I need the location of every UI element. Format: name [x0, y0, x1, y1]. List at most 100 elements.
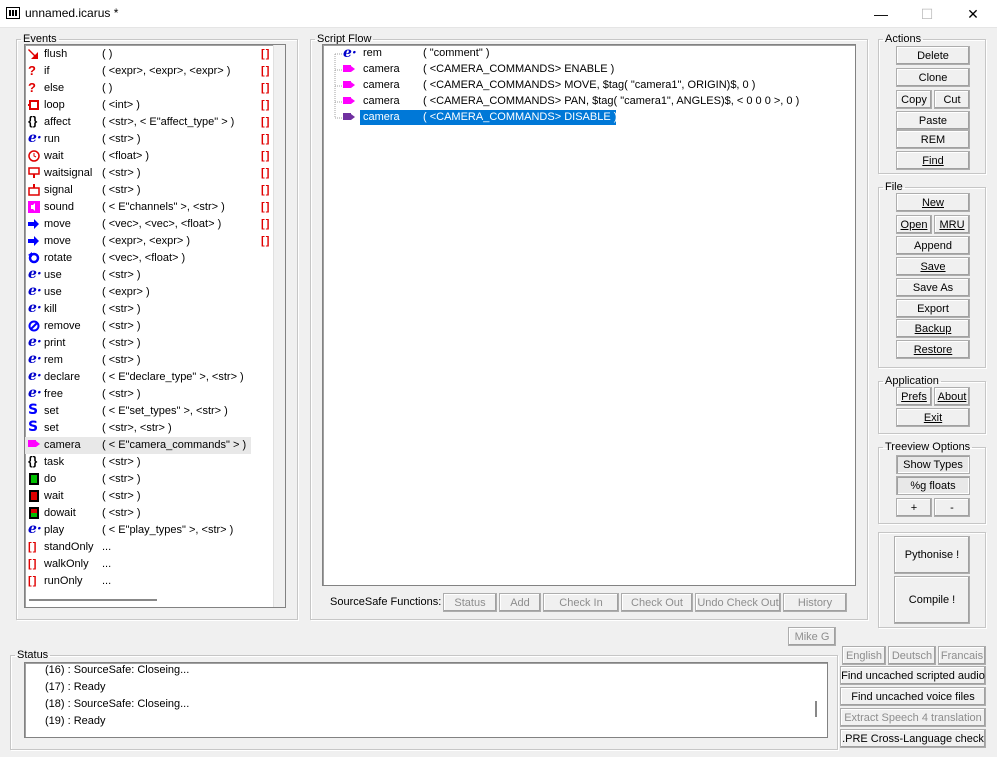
event-item-affect[interactable]: {} affect ( <str>, < E"affect_type" > )	[25, 114, 285, 131]
e-icon: e·	[28, 368, 42, 384]
event-item-dowait[interactable]: dowait ( <str> )	[25, 505, 285, 522]
script-node-rem[interactable]: e· rem ( "comment" )	[323, 46, 843, 62]
script-node-camera[interactable]: camera ( <CAMERA_COMMANDS> DISABLE )	[323, 110, 843, 126]
events-scrollbar-thumb[interactable]	[29, 599, 157, 601]
save-as-button[interactable]: Save As	[896, 278, 970, 297]
delete-button[interactable]: Delete	[896, 46, 970, 65]
export-button[interactable]: Export	[896, 299, 970, 318]
event-item-waitsignal[interactable]: waitsignal ( <str> )	[25, 165, 285, 182]
event-item-use[interactable]: e· use ( <expr> )	[25, 284, 285, 301]
event-item-do[interactable]: do ( <str> )	[25, 471, 285, 488]
event-signature: ( <expr>, <expr> )	[102, 235, 191, 247]
event-signature: ...	[102, 575, 112, 587]
event-item-kill[interactable]: e· kill ( <str> )	[25, 301, 285, 318]
rem-button[interactable]: REM	[896, 130, 970, 149]
deutsch-button[interactable]: Deutsch	[888, 646, 936, 665]
event-signature: ( <str> )	[102, 388, 141, 400]
event-item-runOnly[interactable]: [ ] runOnly...	[25, 573, 285, 590]
script-node-args: ( <CAMERA_COMMANDS> PAN, $tag( "camera1"…	[423, 95, 800, 107]
event-item-play[interactable]: e· play ( < E"play_types" >, <str> )	[25, 522, 285, 539]
brackets-icon: [ ]	[261, 116, 269, 128]
event-item-move[interactable]: move ( <vec>, <vec>, <float> )	[25, 216, 285, 233]
sourcesafe-undo-checkout-button[interactable]: Undo Check Out	[695, 593, 781, 612]
open-button[interactable]: Open	[896, 215, 932, 234]
pre-cross-language-button[interactable]: .PRE Cross-Language check	[840, 729, 986, 748]
event-item-signal[interactable]: signal ( <str> )	[25, 182, 285, 199]
show-types-toggle[interactable]: Show Types	[896, 455, 970, 474]
append-button[interactable]: Append	[896, 236, 970, 255]
sourcesafe-checkout-button[interactable]: Check Out	[621, 593, 693, 612]
event-item-free[interactable]: e· free ( <str> )	[25, 386, 285, 403]
app-icon	[6, 7, 20, 19]
find-uncached-audio-button[interactable]: Find uncached scripted audio	[840, 666, 986, 685]
sourcesafe-checkin-button[interactable]: Check In	[543, 593, 619, 612]
script-flow-tree[interactable]: e· rem ( "comment" ) camera ( <CAMERA_COMMAN…	[322, 44, 856, 586]
expand-plus-button[interactable]: +	[896, 498, 932, 517]
sourcesafe-history-button[interactable]: History	[783, 593, 847, 612]
event-item-else[interactable]: ? else ( )	[25, 80, 285, 97]
script-node-camera[interactable]: camera ( <CAMERA_COMMANDS> ENABLE )	[323, 62, 843, 78]
find-button[interactable]: Find	[896, 151, 970, 170]
blue-arrow-icon	[28, 236, 39, 246]
event-item-task[interactable]: {} task ( <str> )	[25, 454, 285, 471]
event-signature: ( <str> )	[102, 303, 141, 315]
event-item-if[interactable]: ? if ( <expr>, <expr>, <expr> )	[25, 63, 285, 80]
event-name: run	[44, 133, 60, 145]
status-log[interactable]: (16) : SourceSafe: Closeing... (17) : Re…	[24, 662, 828, 738]
event-item-set[interactable]: Sset ( <str>, <str> )	[25, 420, 285, 437]
event-item-walkOnly[interactable]: [ ] walkOnly...	[25, 556, 285, 573]
braces-icon: {}	[28, 114, 38, 128]
paste-button[interactable]: Paste	[896, 111, 970, 130]
save-button[interactable]: Save	[896, 257, 970, 276]
event-item-flush[interactable]: flush ( )	[25, 46, 285, 63]
extract-speech-button[interactable]: Extract Speech 4 translation	[840, 708, 986, 727]
status-scrollbar-thumb[interactable]	[815, 701, 817, 717]
francais-button[interactable]: Francais	[938, 646, 986, 665]
event-item-declare[interactable]: e· declare ( < E"declare_type" >, <str> )	[25, 369, 285, 386]
event-item-standOnly[interactable]: [ ] standOnly...	[25, 539, 285, 556]
waitsignal-icon	[28, 167, 40, 178]
prefs-button[interactable]: Prefs	[896, 387, 932, 406]
event-item-remove[interactable]: remove ( <str> )	[25, 318, 285, 335]
event-signature: ( <str> )	[102, 269, 141, 281]
event-item-run[interactable]: e· run ( <str> )	[25, 131, 285, 148]
sourcesafe-add-button[interactable]: Add	[499, 593, 541, 612]
e-icon: e·	[28, 130, 42, 146]
events-list[interactable]: flush ( )? if ( <expr>, <expr>, <expr> )? el…	[24, 44, 286, 608]
g-floats-toggle[interactable]: %g floats	[896, 476, 970, 495]
event-name: camera	[44, 439, 81, 451]
event-item-set[interactable]: Sset ( < E"set_types" >, <str> )	[25, 403, 285, 420]
event-item-rotate[interactable]: rotate ( <vec>, <float> )	[25, 250, 285, 267]
event-item-loop[interactable]: loop ( <int> )	[25, 97, 285, 114]
cut-button[interactable]: Cut	[934, 90, 970, 109]
mru-button[interactable]: MRU	[934, 215, 970, 234]
compile-button[interactable]: Compile !	[894, 576, 970, 624]
exit-button[interactable]: Exit	[896, 408, 970, 427]
close-button[interactable]: ✕	[950, 0, 996, 28]
collapse-minus-button[interactable]: -	[934, 498, 970, 517]
backup-button[interactable]: Backup	[896, 319, 970, 338]
script-node-camera[interactable]: camera ( <CAMERA_COMMANDS> MOVE, $tag( "c…	[323, 78, 843, 94]
new-button[interactable]: New	[896, 193, 970, 212]
event-item-print[interactable]: e· print ( <str> )	[25, 335, 285, 352]
event-item-rem[interactable]: e· rem ( <str> )	[25, 352, 285, 369]
find-uncached-voice-button[interactable]: Find uncached voice files	[840, 687, 986, 706]
events-vertical-scrollbar[interactable]	[273, 45, 285, 607]
event-item-use[interactable]: e· use ( <str> )	[25, 267, 285, 284]
about-button[interactable]: About	[934, 387, 970, 406]
sourcesafe-status-button[interactable]: Status	[443, 593, 497, 612]
event-signature: ( <str> )	[102, 320, 141, 332]
event-item-camera[interactable]: camera ( < E"camera_commands" > )	[25, 437, 251, 454]
event-item-wait[interactable]: wait ( <float> )	[25, 148, 285, 165]
restore-button[interactable]: Restore	[896, 340, 970, 359]
pythonise-button[interactable]: Pythonise !	[894, 536, 970, 574]
copy-button[interactable]: Copy	[896, 90, 932, 109]
script-node-camera[interactable]: camera ( <CAMERA_COMMANDS> PAN, $tag( "ca…	[323, 94, 843, 110]
event-item-wait[interactable]: wait ( <str> )	[25, 488, 285, 505]
clone-button[interactable]: Clone	[896, 68, 970, 87]
event-item-move[interactable]: move ( <expr>, <expr> )	[25, 233, 285, 250]
user-button[interactable]: Mike G	[788, 627, 836, 646]
event-item-sound[interactable]: sound ( < E"channels" >, <str> )	[25, 199, 285, 216]
minimize-button[interactable]: —	[858, 0, 904, 28]
english-button[interactable]: English	[842, 646, 886, 665]
